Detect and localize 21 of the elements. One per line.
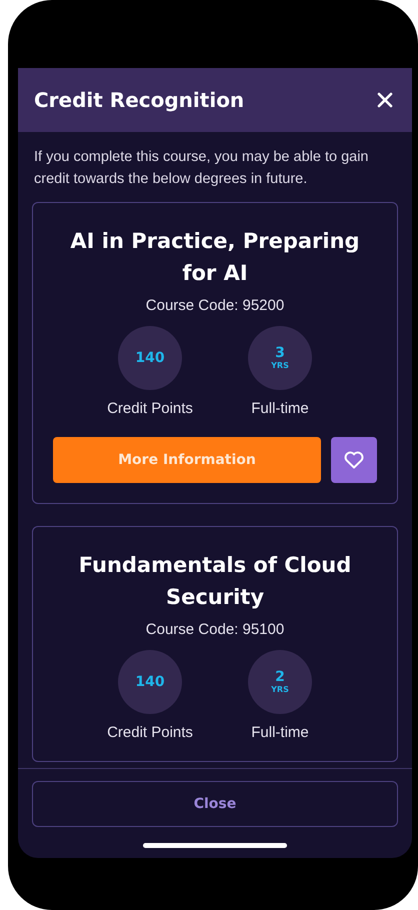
stat-label: Credit Points — [107, 724, 193, 741]
stat-value: 3 — [275, 345, 285, 361]
stat-label: Full-time — [251, 400, 309, 417]
favorite-button[interactable] — [331, 437, 377, 483]
stat-unit: YRS — [271, 685, 289, 695]
course-code: Course Code: 95100 — [146, 621, 284, 638]
dialog-title: Credit Recognition — [34, 88, 244, 112]
close-dialog-button[interactable]: Close — [32, 781, 398, 827]
close-icon — [376, 91, 394, 109]
course-title: AI in Practice, Preparing for AI — [69, 228, 361, 287]
stat-value: 140 — [135, 350, 165, 366]
heart-icon — [344, 451, 364, 469]
intro-text: If you complete this course, you may be able to gain credit towards the below degrees in future. — [33, 148, 370, 189]
stat-unit: YRS — [271, 361, 289, 371]
stat-label: Credit Points — [107, 400, 193, 417]
close-button[interactable] — [376, 91, 394, 109]
stat-label: Full-time — [251, 724, 309, 741]
course-title: Fundamentals of Cloud Security — [78, 552, 352, 611]
stat-value: 2 — [275, 669, 285, 685]
course-code: Course Code: 95200 — [146, 297, 284, 314]
stat-value: 140 — [135, 674, 165, 690]
